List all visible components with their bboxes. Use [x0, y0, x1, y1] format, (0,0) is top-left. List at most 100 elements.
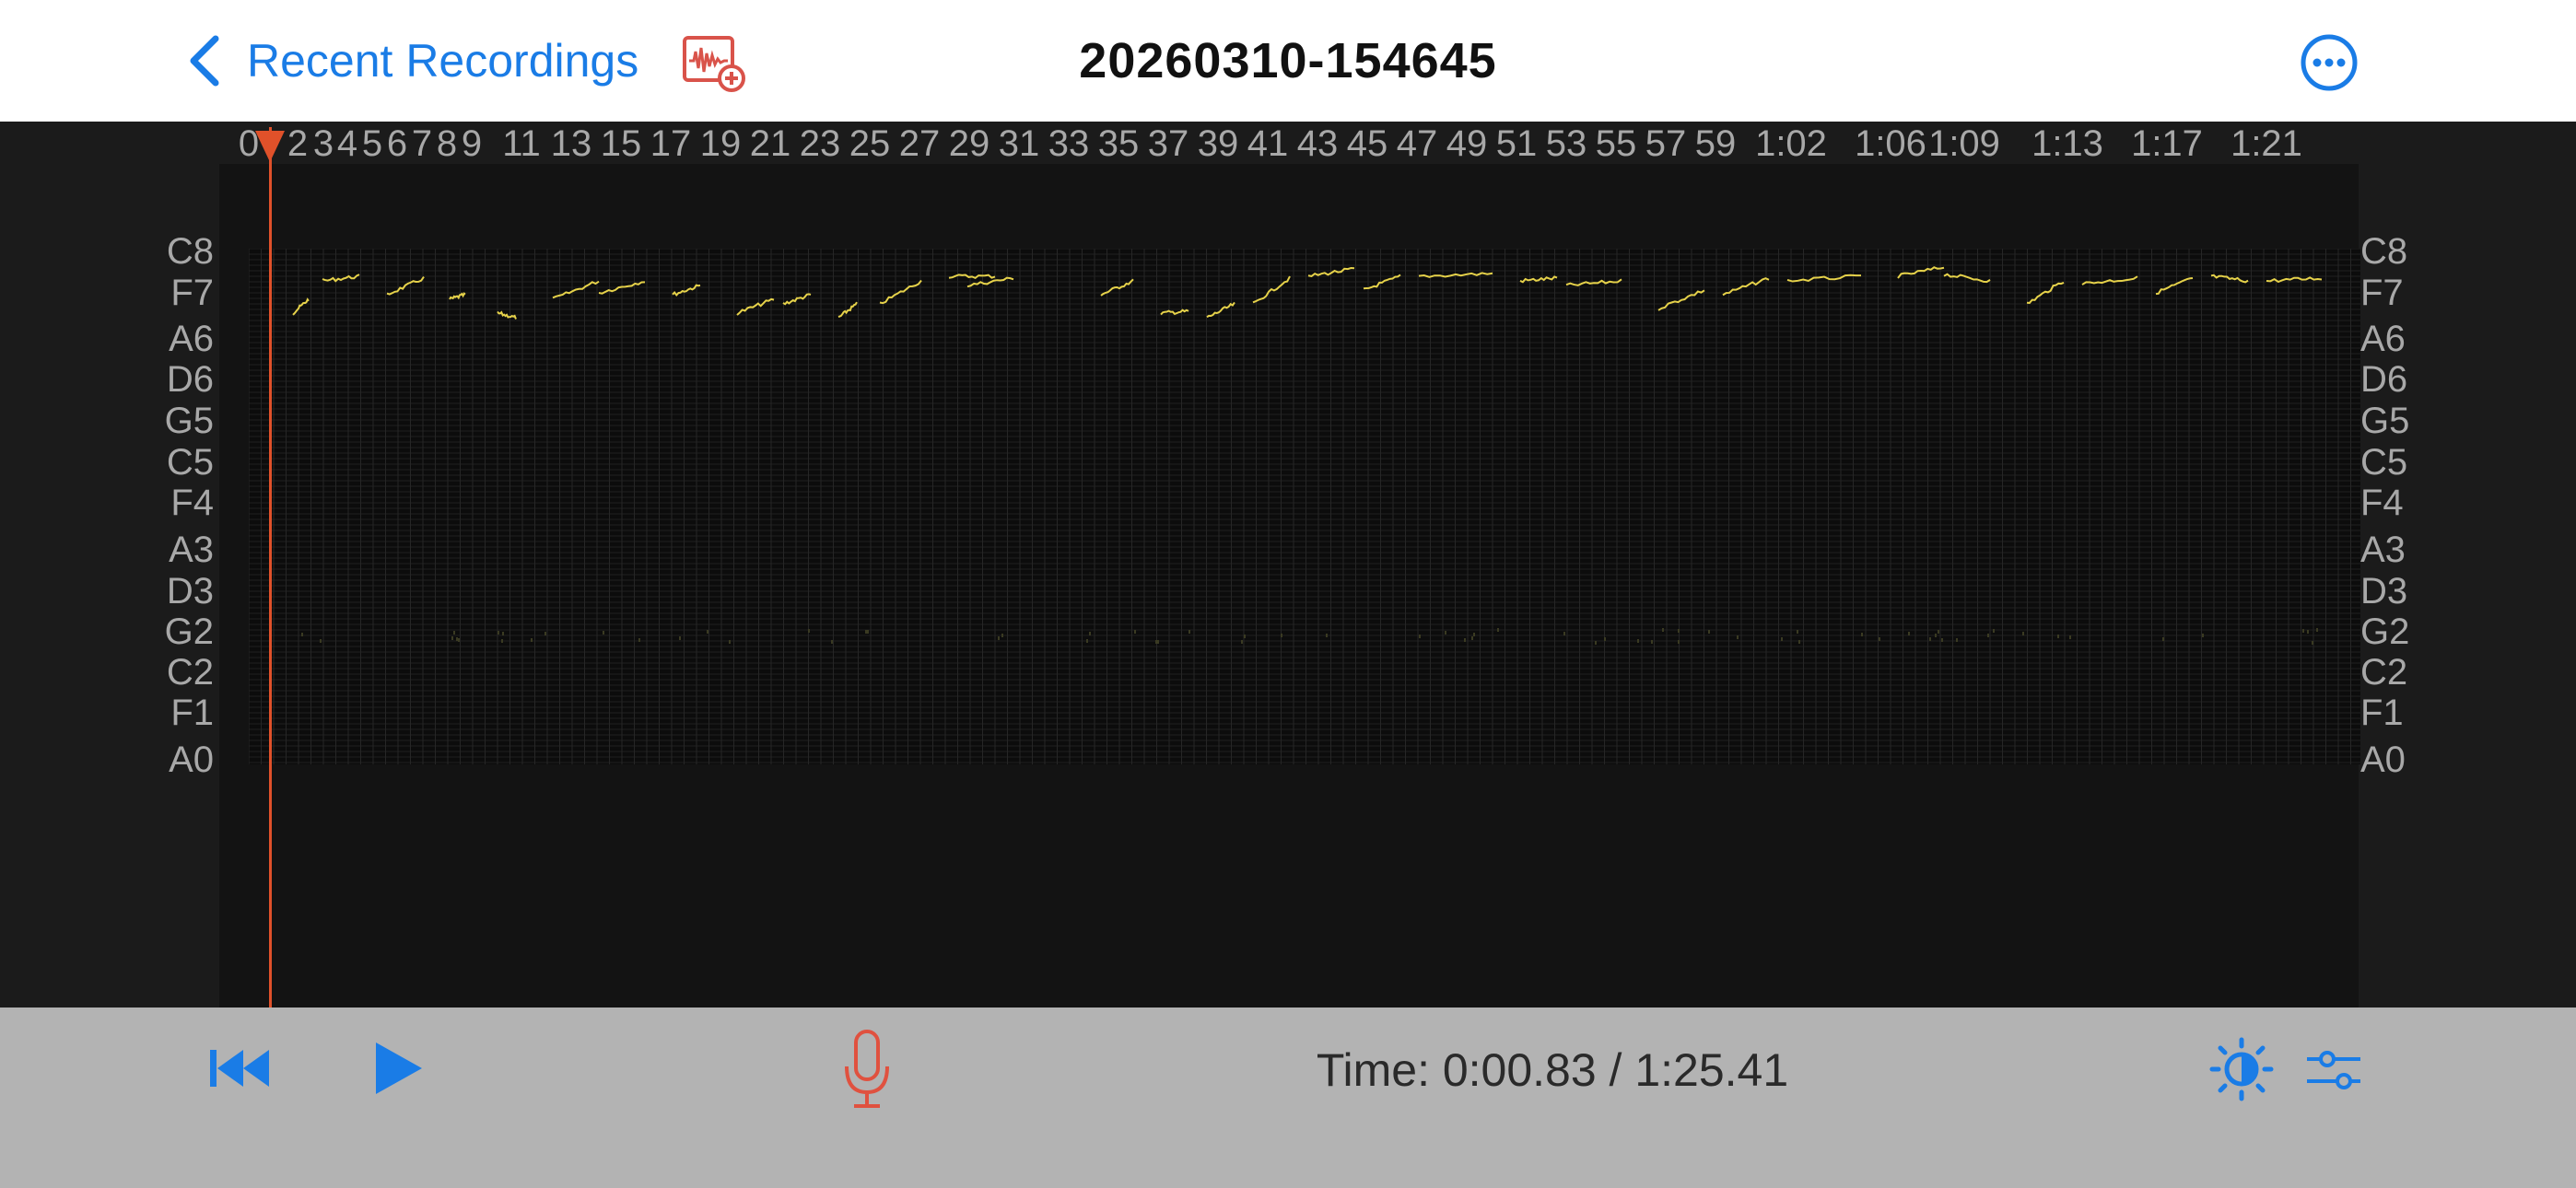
note-label: F4 — [2360, 483, 2404, 523]
noise-speck — [1993, 629, 1995, 633]
noise-speck — [1473, 633, 1475, 636]
noise-speck — [1155, 640, 1157, 644]
noise-speck — [1781, 637, 1783, 641]
noise-speck — [638, 638, 640, 642]
noise-speck — [1929, 637, 1931, 641]
noise-speck — [1987, 634, 1989, 637]
note-label: G2 — [2360, 611, 2410, 652]
time-tick-label: 19 — [699, 123, 742, 164]
time-tick-label: 13 — [550, 123, 592, 164]
noise-speck — [1938, 630, 1939, 634]
noise-speck — [2057, 635, 2059, 638]
time-tick-label: 39 — [1197, 123, 1239, 164]
noise-speck — [2316, 628, 2318, 632]
note-label: F7 — [170, 273, 214, 313]
time-tick-label: 47 — [1396, 123, 1438, 164]
pitch-grid[interactable] — [249, 249, 2360, 764]
noise-speck — [456, 637, 458, 641]
time-tick-label: 37 — [1147, 123, 1189, 164]
noise-speck — [1708, 630, 1710, 634]
noise-speck — [729, 640, 731, 644]
noise-speck — [1497, 628, 1499, 632]
time-tick-label: 21 — [749, 123, 791, 164]
note-label: C2 — [2360, 652, 2408, 693]
noise-speck — [301, 633, 303, 636]
noise-speck — [1798, 640, 1800, 644]
time-tick-label: 1:21 — [2231, 123, 2302, 164]
time-tick-label: 1:09 — [1928, 123, 2000, 164]
noise-speck — [1662, 628, 1664, 632]
time-tick-label: 6 — [386, 123, 408, 164]
time-tick-label: 11 — [502, 123, 541, 164]
ellipsis-circle-icon[interactable] — [2300, 33, 2359, 92]
time-tick-label: 8 — [436, 123, 458, 164]
noise-speck — [1595, 641, 1597, 645]
noise-speck — [1651, 640, 1653, 644]
noise-speck — [865, 630, 867, 634]
noise-speck — [1797, 630, 1798, 634]
time-tick-label: 55 — [1595, 123, 1637, 164]
note-label: A0 — [2360, 740, 2406, 780]
noise-speck — [707, 630, 708, 634]
noise-speck — [998, 636, 1000, 640]
playback-toolbar — [0, 1007, 2576, 1188]
noise-speck — [1086, 639, 1088, 643]
noise-speck — [1241, 640, 1243, 644]
noise-speck — [544, 632, 546, 635]
time-tick-label: 25 — [849, 123, 891, 164]
noise-speck — [2307, 630, 2309, 634]
note-label: C2 — [166, 652, 214, 693]
sliders-icon[interactable] — [2303, 1044, 2364, 1096]
noise-speck — [453, 631, 455, 635]
note-label: G5 — [164, 401, 214, 441]
noise-speck — [1935, 634, 1937, 637]
noise-speck — [1678, 629, 1680, 633]
note-label: D3 — [2360, 571, 2408, 611]
note-label: C8 — [166, 231, 214, 272]
time-tick-label: 49 — [1446, 123, 1488, 164]
time-tick-label: 51 — [1495, 123, 1538, 164]
note-label: D6 — [2360, 359, 2408, 400]
noise-speck — [2302, 629, 2304, 633]
noise-speck — [1326, 634, 1328, 637]
noise-speck — [1737, 635, 1739, 639]
brightness-icon[interactable] — [2209, 1037, 2274, 1101]
time-tick-label: 57 — [1645, 123, 1687, 164]
noise-speck — [808, 629, 810, 633]
time-ruler[interactable]: 0 2 3 4 5 6 7 8 9 11 13 15 17 19 21 23 25 27 29 31 33 35 37 39 4… — [0, 122, 2576, 166]
noise-speck — [2022, 632, 2024, 635]
playback-time: Time: 0:00.83 / 1:25.41 — [1316, 1044, 1789, 1096]
playhead[interactable] — [269, 127, 272, 1007]
noise-speck — [2312, 641, 2313, 645]
time-tick-label: 3 — [312, 123, 334, 164]
noise-speck — [1419, 635, 1421, 638]
note-label: D3 — [166, 571, 214, 611]
noise-speck — [1134, 630, 1136, 634]
noise-speck — [1879, 637, 1880, 641]
note-label: A6 — [169, 319, 214, 359]
noise-speck — [1445, 631, 1446, 635]
page-title: 20260310-154645 — [1079, 33, 1497, 88]
noise-speck — [498, 631, 499, 635]
note-label: C5 — [2360, 442, 2408, 483]
time-tick-label: 35 — [1097, 123, 1140, 164]
note-label: A3 — [2360, 530, 2406, 570]
playhead-handle[interactable] — [255, 131, 285, 162]
time-tick-label: 7 — [411, 123, 433, 164]
note-label: G2 — [164, 611, 214, 652]
noise-speck — [1604, 637, 1606, 641]
noise-speck — [501, 639, 503, 643]
noise-speck — [502, 632, 504, 635]
time-tick-label: 1:02 — [1755, 123, 1827, 164]
noise-speck — [1637, 639, 1639, 643]
time-tick-label: 59 — [1694, 123, 1737, 164]
note-label: D6 — [166, 359, 214, 400]
noise-speck — [1678, 640, 1680, 644]
noise-speck — [679, 636, 681, 640]
note-label: A0 — [169, 740, 214, 780]
note-label: G5 — [2360, 401, 2410, 441]
noise-speck — [603, 631, 604, 635]
time-tick-label: 31 — [998, 123, 1040, 164]
time-tick-label: 45 — [1346, 123, 1388, 164]
time-tick-label: 5 — [361, 123, 383, 164]
